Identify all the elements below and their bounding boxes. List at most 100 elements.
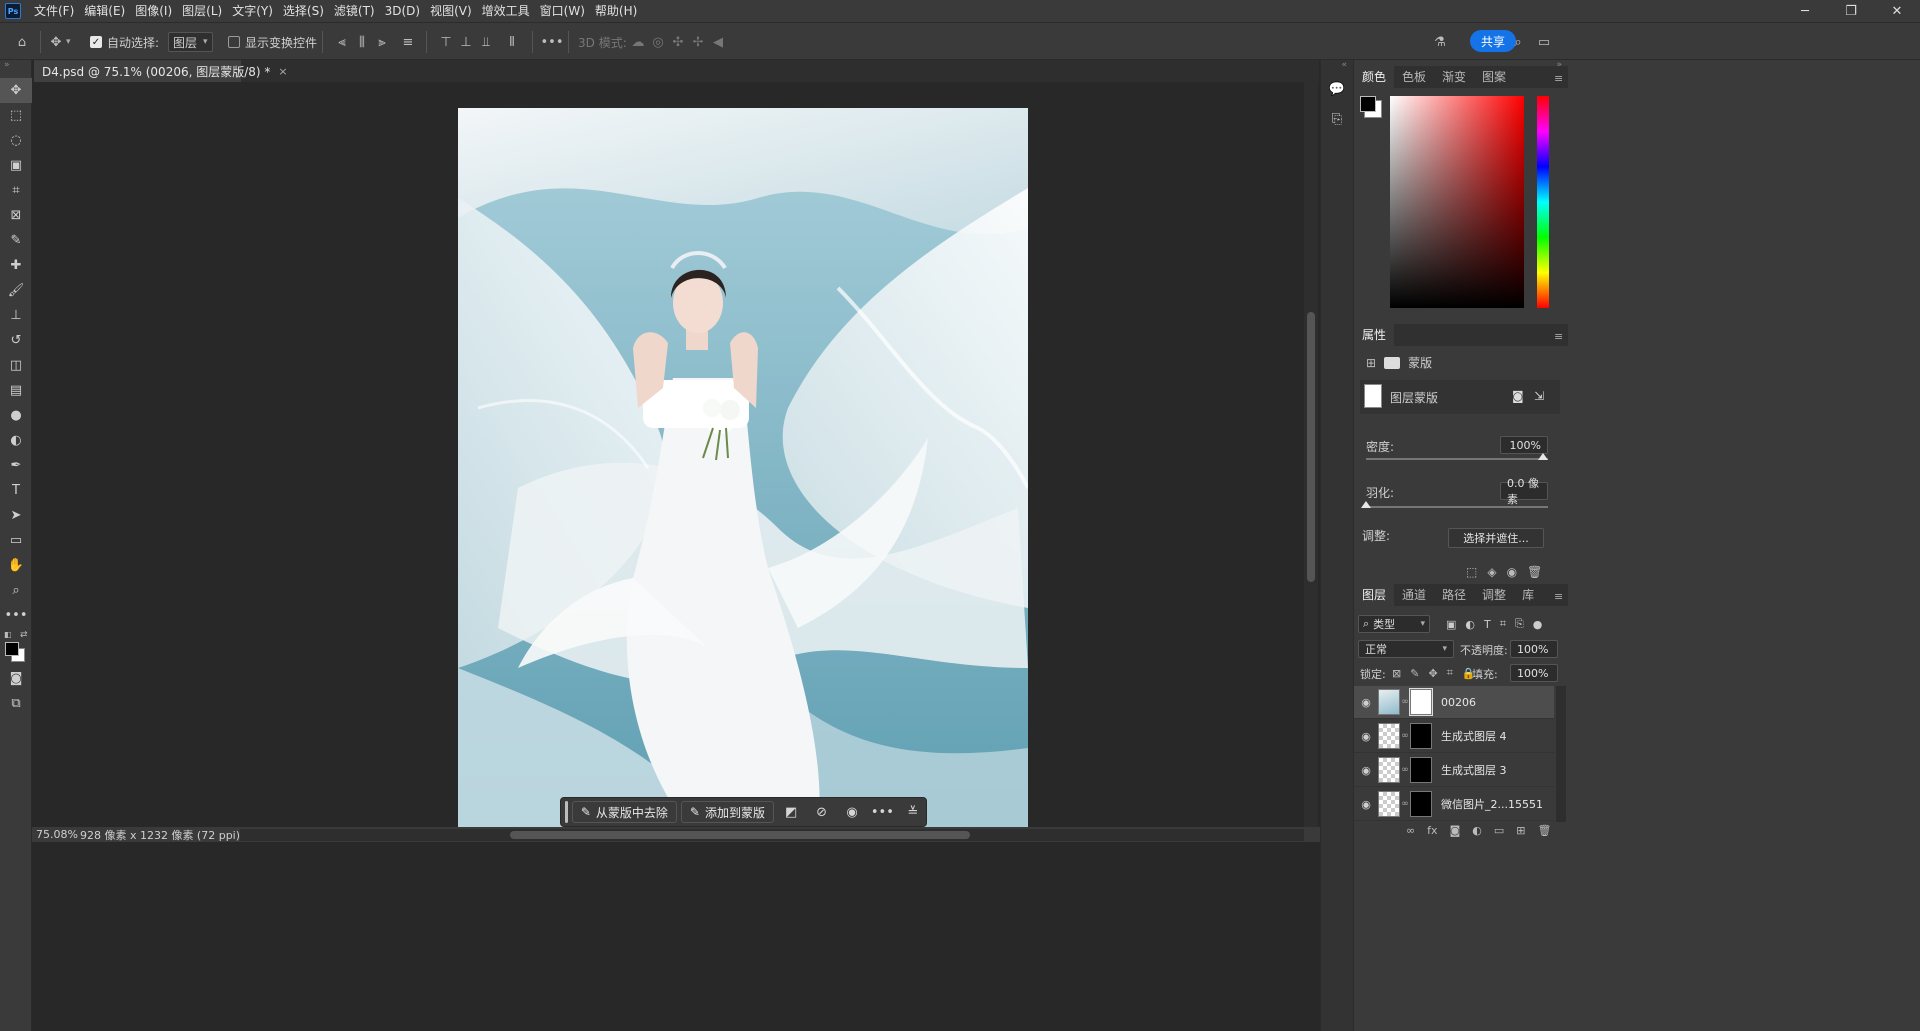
density-field[interactable]: 100% [1500,436,1548,454]
filter-adjustment-icon[interactable]: ◐ [1465,618,1475,631]
history-icon[interactable]: ⎘ [1321,104,1353,134]
menu-file[interactable]: 文件(F) [29,0,79,22]
menu-help[interactable]: 帮助(H) [590,0,642,22]
tab-swatches[interactable]: 色板 [1394,66,1434,88]
menu-image[interactable]: 图像(I) [130,0,177,22]
vertical-scrollbar[interactable] [1304,82,1318,827]
tab-gradients[interactable]: 渐变 [1434,66,1474,88]
filter-shape-icon[interactable]: ⌗ [1500,617,1506,631]
visibility-icon[interactable]: ◉ [839,801,865,823]
align-right-icon[interactable]: ⫸ [372,32,392,52]
layer-mask-icon[interactable] [1384,356,1401,369]
menu-select[interactable]: 选择(S) [278,0,329,22]
link-icon[interactable]: ∞ [1400,799,1410,809]
distribute-v-icon[interactable]: ≡ [398,32,418,52]
tab-libraries[interactable]: 库 [1514,584,1542,606]
orbit-3d-icon[interactable]: ☁ [628,32,648,52]
panel-menu-icon[interactable]: ≡ [1554,590,1563,603]
trash-icon[interactable]: 🗑 [1537,824,1551,837]
home-button[interactable]: ⌂ [12,32,32,52]
menu-edit[interactable]: 编辑(E) [79,0,130,22]
tab-paths[interactable]: 路径 [1434,584,1474,606]
lock-artboard-icon[interactable]: ⌗ [1447,666,1453,680]
layer-select-dropdown[interactable]: 图层 ▾ [168,32,213,52]
type-tool[interactable]: T [0,478,32,503]
layer-mask-thumbnail[interactable] [1410,791,1432,817]
zoom-level[interactable]: 75.08% [36,828,78,841]
blend-mode-dropdown[interactable]: 正常 ▾ [1358,640,1454,658]
menu-filter[interactable]: 滤镜(T) [329,0,380,22]
eyedropper-tool[interactable]: ✎ [0,228,32,253]
layer-mask-thumbnail[interactable] [1410,723,1432,749]
restore-button[interactable]: ❐ [1828,0,1874,22]
workspace-icon[interactable]: ▭ [1534,32,1554,52]
mask-select-icon[interactable]: ◙ [1512,389,1524,403]
collapse-icon[interactable]: » [0,60,31,78]
color-field[interactable] [1390,96,1524,308]
gradient-tool[interactable]: ▤ [0,378,32,403]
layer-row[interactable]: ◉ ∞ 微信图片_2...15551 [1354,788,1554,821]
filter-toggle-icon[interactable]: ● [1533,618,1543,631]
add-mask-icon[interactable]: ◙ [1450,824,1461,837]
eraser-tool[interactable]: ◫ [0,353,32,378]
trash-icon[interactable]: 🗑 [1527,565,1542,579]
settings-icon[interactable]: ≚ [900,801,926,823]
link-icon[interactable]: ∞ [1400,697,1410,707]
horizontal-scrollbar[interactable] [240,829,1304,841]
lock-image-icon[interactable]: ✎ [1410,667,1419,680]
layer-filter-dropdown[interactable]: ⌕ 类型 ▾ [1358,615,1430,633]
lasso-tool[interactable]: ◌ [0,128,32,153]
close-window-button[interactable]: ✕ [1874,0,1920,22]
screen-mode-icon[interactable]: ⧉ [0,691,32,716]
density-slider-knob[interactable] [1538,453,1548,460]
fill-field[interactable]: 100% [1510,664,1558,682]
clone-stamp-tool[interactable]: ⊥ [0,303,32,328]
filter-type-icon[interactable]: T [1484,618,1491,631]
align-left-icon[interactable]: ⫷ [332,32,352,52]
frame-tool[interactable]: ⊠ [0,203,32,228]
feather-field[interactable]: 0.0 像素 [1500,477,1548,506]
layer-row[interactable]: ◉ ∞ 生成式图层 3 [1354,754,1554,787]
select-and-mask-button[interactable]: 选择并遮住... [1448,528,1544,548]
align-center-h-icon[interactable]: ⫼ [352,32,372,52]
layer-mask-thumbnail[interactable] [1410,757,1432,783]
horizontal-scroll-thumb[interactable] [510,831,970,839]
comments-icon[interactable]: 💬 [1321,74,1353,104]
default-colors-icon[interactable]: ◧ [4,630,12,639]
document-image[interactable] [458,108,1028,828]
show-transform-checkbox[interactable]: 显示变换控件 [228,32,317,52]
marquee-tool[interactable]: ⬚ [0,103,32,128]
pan-3d-icon[interactable]: ✣ [668,32,688,52]
hue-slider[interactable] [1537,96,1549,308]
panel-menu-icon[interactable]: ≡ [1554,330,1563,343]
menu-layer[interactable]: 图层(L) [177,0,227,22]
brush-tool[interactable]: 🖌 [0,278,32,303]
align-bottom-icon[interactable]: ⫫ [476,32,496,52]
layer-mask-thumbnail[interactable] [1409,688,1433,716]
search-icon[interactable]: ⌕ [1508,32,1528,52]
link-icon[interactable]: ∞ [1400,731,1410,741]
scale-3d-icon[interactable]: ◀ [708,32,728,52]
visibility-icon[interactable]: ◉ [1354,764,1378,777]
lock-transparent-icon[interactable]: ⊠ [1392,667,1401,680]
flask-icon[interactable]: ⚗ [1430,32,1450,52]
move-tool[interactable]: ✥ [0,78,32,103]
menu-plugins[interactable]: 增效工具 [477,0,535,22]
crop-tool[interactable]: ⌗ [0,178,32,203]
layer-row[interactable]: ◉ ∞ 生成式图层 4 [1354,720,1554,753]
blur-tool[interactable]: ● [0,403,32,428]
document-tab[interactable]: D4.psd @ 75.1% (00206, 图层蒙版/8) * × [34,60,288,82]
pixel-mask-icon[interactable]: ⊞ [1366,356,1376,370]
add-to-mask-button[interactable]: ✎ 添加到蒙版 [680,801,774,823]
zoom-tool[interactable]: ⌕ [0,578,32,603]
layers-scrollbar[interactable] [1556,686,1566,822]
tab-color[interactable]: 颜色 [1354,66,1395,88]
quick-mask-icon[interactable]: ◙ [0,666,32,691]
visibility-icon[interactable]: ◉ [1354,798,1378,811]
drag-handle[interactable] [565,801,568,823]
distribute-h-icon[interactable]: ⦀ [502,32,522,52]
menu-window[interactable]: 窗口(W) [535,0,590,22]
lock-position-icon[interactable]: ✥ [1428,667,1437,680]
link-layers-icon[interactable]: ∞ [1406,824,1415,837]
adjustment-layer-icon[interactable]: ◐ [1472,824,1482,837]
